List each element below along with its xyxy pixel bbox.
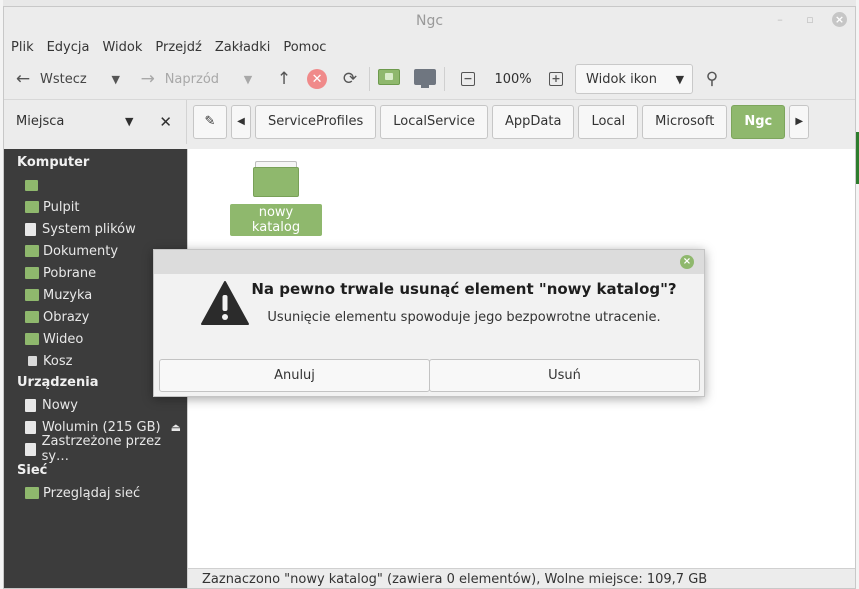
- folder-icon: [253, 159, 299, 197]
- menu-pomoc[interactable]: Pomoc: [283, 40, 326, 55]
- places-title[interactable]: Miejsca: [16, 114, 64, 129]
- delete-button[interactable]: Usuń: [429, 359, 700, 392]
- sidebar-item-pulpit[interactable]: Pulpit: [4, 196, 187, 218]
- toolbar: ← Wstecz ▼ → Naprzód ▼ ↑ ✕ ⟳ − 100% + Wi…: [4, 59, 855, 99]
- pencil-icon: ✎: [204, 114, 216, 129]
- sidebar-item-label: Pobrane: [43, 265, 97, 281]
- zoom-in-icon[interactable]: +: [549, 72, 564, 86]
- forward-history-dropdown-icon[interactable]: ▼: [237, 68, 259, 90]
- titlebar: Ngc – ▫ ×: [4, 7, 855, 35]
- home-folder-button[interactable]: [378, 69, 401, 89]
- folder-icon: [378, 69, 401, 85]
- chevron-left-icon: ◀: [237, 116, 245, 127]
- path-segment-local[interactable]: Local: [578, 104, 639, 139]
- sidebar-item-system-plikow[interactable]: System plików: [4, 218, 187, 240]
- arrow-up-icon[interactable]: ↑: [273, 68, 295, 90]
- view-mode-value: Widok ikon: [586, 71, 657, 87]
- sidebar-item-label: Muzyka: [43, 287, 93, 303]
- network-icon: [25, 487, 39, 499]
- maximize-icon[interactable]: ▫: [802, 12, 818, 28]
- drive-icon: [25, 222, 36, 236]
- menu-plik[interactable]: Plik: [11, 40, 34, 55]
- close-sidebar-icon[interactable]: ✕: [159, 113, 172, 131]
- search-icon[interactable]: ⚲: [701, 68, 723, 90]
- toolbar-separator: [369, 67, 371, 91]
- sidebar-item-label: Wideo: [43, 331, 84, 347]
- minimize-icon[interactable]: –: [772, 12, 788, 28]
- path-segment-localservice[interactable]: LocalService: [380, 104, 488, 139]
- sidebar-item-label: Dokumenty: [43, 243, 119, 259]
- folder-icon: [25, 245, 39, 257]
- chevron-down-icon[interactable]: ▼: [125, 115, 133, 128]
- sidebar-item-label: Przeglądaj sieć: [43, 485, 141, 501]
- cancel-button[interactable]: Anuluj: [159, 359, 430, 392]
- location-bar: Miejsca ▼ ✕ ✎ ◀ ServiceProfiles LocalSer…: [4, 99, 855, 144]
- sidebar-item-label: System plików: [42, 221, 136, 237]
- trash-icon: [28, 356, 37, 366]
- sidebar-item-nowy[interactable]: Nowy: [4, 394, 187, 416]
- drive-icon: [25, 398, 36, 412]
- folder-icon: [25, 267, 39, 279]
- back-label: Wstecz: [40, 71, 87, 87]
- dialog-titlebar: ×: [154, 250, 704, 274]
- folder-icon: [25, 311, 39, 323]
- zoom-level: 100%: [494, 71, 532, 87]
- path-scroll-right-button[interactable]: ▶: [789, 104, 810, 139]
- menu-zakladki[interactable]: Zakładki: [215, 40, 270, 55]
- status-bar: Zaznaczono "nowy katalog" (zawiera 0 ele…: [188, 568, 855, 588]
- sidebar-section-komputer: Komputer: [17, 155, 90, 170]
- chevron-down-icon: ▼: [675, 72, 685, 86]
- arrow-right-icon: →: [140, 69, 155, 89]
- file-name: nowy katalog: [230, 204, 322, 236]
- menubar: Plik Edycja Widok Przejdź Zakładki Pomoc: [4, 35, 855, 59]
- zoom-out-icon[interactable]: −: [461, 72, 476, 86]
- window-title: Ngc: [415, 13, 444, 29]
- home-icon: [25, 179, 38, 191]
- path-segment-microsoft[interactable]: Microsoft: [642, 104, 728, 139]
- back-history-dropdown-icon[interactable]: ▼: [105, 68, 127, 90]
- edit-location-button[interactable]: ✎: [193, 104, 227, 139]
- folder-icon: [25, 289, 39, 301]
- folder-icon: [25, 201, 39, 213]
- sidebar-item-label: Pulpit: [43, 199, 80, 215]
- places-header: Miejsca ▼ ✕: [4, 99, 187, 144]
- stop-icon: ✕: [307, 69, 328, 89]
- path-segment-serviceprofiles[interactable]: ServiceProfiles: [255, 104, 377, 139]
- forward-button[interactable]: → Naprzód: [137, 64, 219, 94]
- folder-icon: [25, 333, 39, 345]
- sidebar-item-label: Nowy: [42, 397, 79, 413]
- sidebar-item-label: Wolumin (215 GB): [42, 419, 161, 435]
- sidebar-item-label: Kosz: [43, 353, 73, 369]
- path-segment-appdata[interactable]: AppData: [492, 104, 575, 139]
- drive-icon: [25, 420, 36, 434]
- file-item-folder[interactable]: nowy katalog: [230, 159, 322, 236]
- menu-edycja[interactable]: Edycja: [47, 40, 90, 55]
- menu-przejdz[interactable]: Przejdź: [155, 40, 201, 55]
- sidebar-item-zastrzezone[interactable]: Zastrzeżone przez sy…: [4, 434, 187, 464]
- view-mode-select[interactable]: Widok ikon ▼: [575, 64, 694, 94]
- eject-icon[interactable]: ⏏: [171, 421, 181, 434]
- path-scroll-left-button[interactable]: ◀: [231, 104, 251, 139]
- forward-label: Naprzód: [164, 71, 220, 87]
- reload-icon[interactable]: ⟳: [339, 68, 361, 90]
- back-button[interactable]: ← Wstecz: [12, 64, 87, 94]
- toolbar-separator: [444, 67, 446, 91]
- dialog-title: Na pewno trwale usunąć element "nowy kat…: [251, 280, 677, 298]
- close-icon[interactable]: ×: [832, 12, 847, 27]
- close-icon[interactable]: ×: [680, 255, 694, 269]
- sidebar-item-label: Obrazy: [43, 309, 90, 325]
- sidebar-item-label: Zastrzeżone przez sy…: [41, 434, 161, 464]
- sidebar-item-przegladaj-siec[interactable]: Przeglądaj sieć: [4, 482, 187, 504]
- delete-confirmation-dialog: × Na pewno trwale usunąć element "nowy k…: [153, 249, 705, 397]
- sidebar-item-home[interactable]: [4, 174, 187, 196]
- monitor-icon: [414, 69, 437, 88]
- arrow-left-icon: ←: [15, 69, 31, 89]
- drive-icon: [25, 442, 36, 456]
- chevron-right-icon: ▶: [795, 116, 804, 127]
- computer-button[interactable]: [414, 69, 437, 89]
- dialog-message: Usunięcie elementu spowoduje jego bezpow…: [267, 310, 661, 325]
- path-segment-ngc[interactable]: Ngc: [731, 104, 786, 139]
- menu-widok[interactable]: Widok: [102, 40, 142, 55]
- stop-button[interactable]: ✕: [307, 69, 328, 89]
